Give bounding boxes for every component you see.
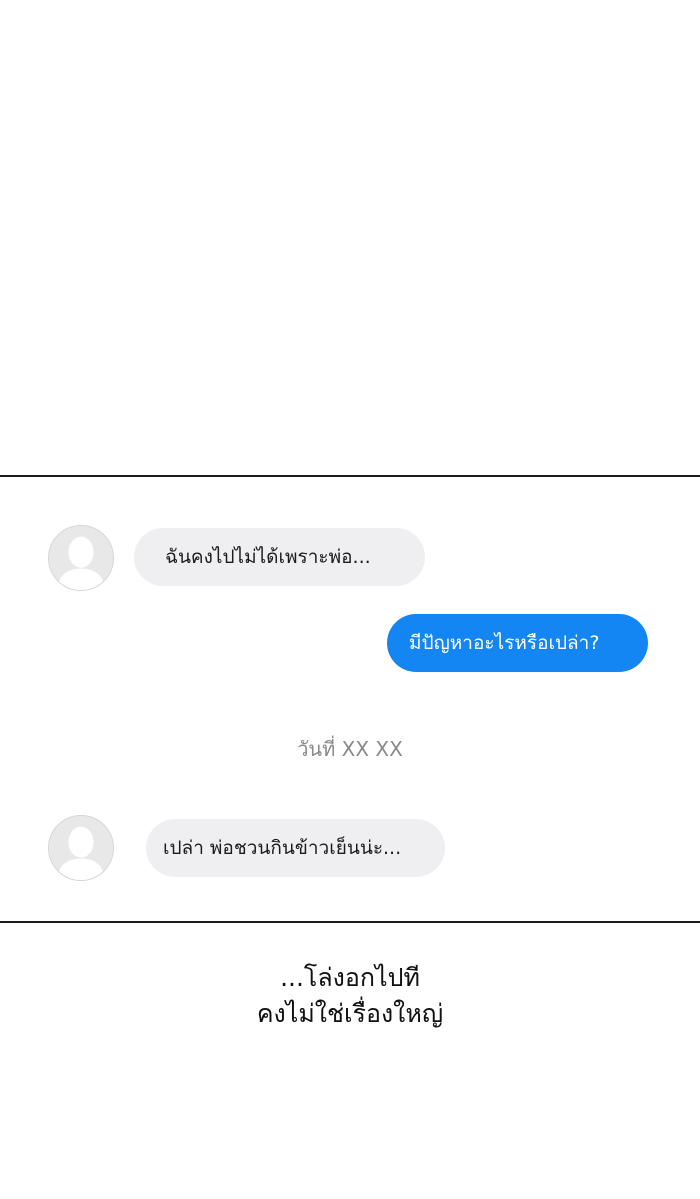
- chat-panel: ฉันคงไปไม่ได้เพราะพ่อ... มีปัญหาอะไรหรือ…: [0, 475, 700, 923]
- date-separator: วันที่ XX XX: [297, 737, 403, 761]
- avatar-icon: [48, 815, 114, 881]
- sent-message-bubble: มีปัญหาอะไรหรือเปล่า?: [387, 614, 648, 672]
- message-text: มีปัญหาอะไรหรือเปล่า?: [409, 632, 600, 654]
- caption-line: ...โล่งอกไปที: [280, 963, 420, 992]
- message-text: ฉันคงไปไม่ได้เพราะพ่อ...: [165, 546, 371, 568]
- avatar-icon: [48, 525, 114, 591]
- message-text: เปล่า พ่อชวนกินข้าวเย็นน่ะ...: [163, 837, 402, 859]
- caption-line: คงไม่ใช่เรื่องใหญ่: [256, 999, 444, 1029]
- received-message-bubble: ฉันคงไปไม่ได้เพราะพ่อ...: [134, 528, 425, 586]
- narration-caption: ...โล่งอกไปที คงไม่ใช่เรื่องใหญ่: [0, 960, 700, 1033]
- received-message-bubble: เปล่า พ่อชวนกินข้าวเย็นน่ะ...: [146, 819, 445, 877]
